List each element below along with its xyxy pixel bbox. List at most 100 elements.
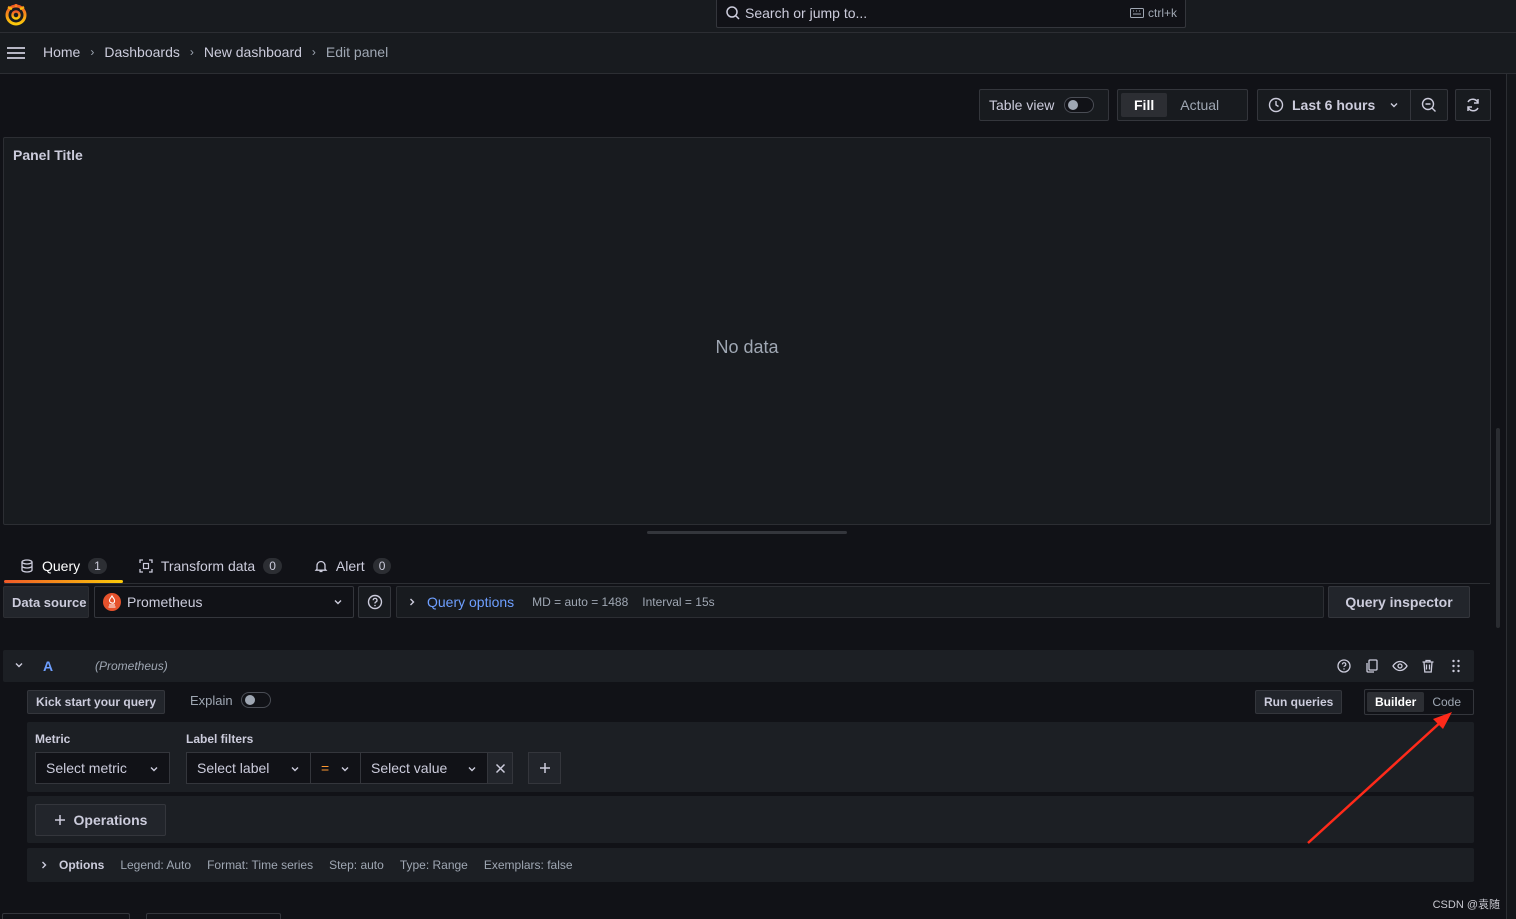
clock-icon [1268, 97, 1284, 113]
query-options-row[interactable]: Options Legend: Auto Format: Time series… [27, 848, 1474, 882]
duplicate-icon[interactable] [1364, 658, 1380, 674]
trash-icon[interactable] [1420, 658, 1436, 674]
breadcrumb-home[interactable]: Home [43, 44, 80, 60]
options-legend: Legend: Auto [120, 858, 192, 872]
refresh-button[interactable] [1455, 89, 1491, 121]
add-expression-button-edge[interactable] [146, 913, 281, 919]
question-circle-icon [367, 594, 382, 610]
operator-select[interactable]: = [310, 752, 361, 784]
chevron-right-icon [42, 861, 47, 869]
data-source-select[interactable]: Prometheus [94, 586, 354, 618]
explain-switch[interactable] [240, 692, 271, 708]
fill-actual-toggle: Fill Actual [1117, 89, 1248, 121]
fill-option[interactable]: Fill [1121, 93, 1168, 117]
panel-title: Panel Title [13, 147, 83, 163]
options-pane-edge [1506, 74, 1516, 919]
chevron-down-icon [150, 767, 158, 772]
explain-label: Explain [190, 692, 233, 708]
add-operation-button[interactable]: Operations [35, 804, 166, 836]
remove-filter-button[interactable] [487, 752, 513, 784]
add-query-button-edge[interactable] [2, 913, 130, 919]
collapse-chevron-icon[interactable] [13, 659, 25, 671]
tab-alert-label: Alert [335, 558, 365, 574]
eye-icon[interactable] [1392, 658, 1408, 674]
table-view-switch[interactable] [1064, 97, 1095, 113]
shortcut-text: ctrl+k [1147, 6, 1177, 20]
refresh-icon [1467, 98, 1479, 112]
zoom-out-button[interactable] [1410, 89, 1448, 121]
label-select[interactable]: Select label [186, 752, 311, 784]
value-select[interactable]: Select value [360, 752, 488, 784]
options-step: Step: auto [329, 858, 384, 872]
search-shortcut: ctrl+k [1129, 6, 1177, 20]
query-datasource-name: (Prometheus) [95, 659, 168, 673]
tab-transform-data[interactable]: Transform data 0 [123, 549, 298, 583]
time-range-picker[interactable]: Last 6 hours [1257, 89, 1411, 121]
annotation-arrow [1307, 712, 1452, 844]
kick-start-query-button[interactable]: Kick start your query [27, 690, 166, 714]
chevron-down-icon [341, 767, 349, 772]
metric-select[interactable]: Select metric [35, 752, 170, 784]
bell-icon [314, 560, 328, 573]
tab-alert[interactable]: Alert 0 [298, 549, 407, 583]
search-bar[interactable]: Search or jump to... ctrl+k [716, 0, 1186, 28]
data-source-help-button[interactable] [358, 586, 391, 618]
breadcrumb-bar: Home › Dashboards › New dashboard › Edit… [0, 33, 1516, 74]
options-exemplars: Exemplars: false [483, 858, 573, 872]
max-data-points: MD = auto = 1488 [532, 595, 629, 609]
tab-transform-count: 0 [263, 558, 282, 574]
options-title: Options [59, 858, 105, 872]
hamburger-menu-icon[interactable] [6, 45, 26, 61]
breadcrumb-new-dashboard[interactable]: New dashboard [204, 44, 302, 60]
metric-label: Metric [35, 732, 71, 746]
grafana-logo-icon[interactable] [4, 2, 28, 26]
actual-option[interactable]: Actual [1167, 93, 1232, 117]
query-inspector-button[interactable]: Query inspector [1328, 586, 1470, 618]
breadcrumb: Home › Dashboards › New dashboard › Edit… [43, 44, 388, 60]
query-builder: Metric Select metric Label filters Selec… [27, 722, 1474, 792]
query-options-bar[interactable]: Query options MD = auto = 1488 Interval … [396, 586, 1324, 618]
operator-value: = [321, 760, 330, 776]
search-placeholder: Search or jump to... [745, 5, 868, 21]
add-filter-button[interactable] [528, 752, 561, 784]
transform-icon [139, 559, 153, 573]
database-icon [21, 559, 33, 573]
label-filters-label: Label filters [186, 732, 254, 746]
close-icon [495, 763, 506, 773]
breadcrumb-dashboards[interactable]: Dashboards [104, 44, 180, 60]
table-view-toggle[interactable]: Table view [979, 89, 1109, 121]
chevron-down-icon [334, 600, 342, 605]
scrollbar[interactable] [1496, 428, 1500, 628]
tab-query-label: Query [42, 558, 81, 574]
help-icon[interactable] [1336, 658, 1352, 674]
chevron-down-icon [1390, 103, 1398, 108]
tab-query[interactable]: Query 1 [4, 549, 123, 583]
breadcrumb-current: Edit panel [325, 44, 389, 60]
options-format: Format: Time series [207, 858, 314, 872]
interval-value: Interval = 15s [642, 595, 715, 609]
query-row-actions [1336, 658, 1464, 674]
prometheus-icon [103, 593, 121, 611]
drag-handle-icon[interactable] [1448, 658, 1464, 674]
chevron-right-icon: › [189, 45, 194, 59]
pane-splitter[interactable] [647, 531, 847, 534]
chevron-right-icon [410, 598, 415, 606]
table-view-label: Table view [989, 97, 1055, 113]
query-row-header: A (Prometheus) [3, 650, 1474, 682]
tab-query-count: 1 [88, 558, 107, 574]
explain-toggle[interactable]: Explain [190, 692, 271, 708]
plus-icon [54, 815, 65, 825]
keyboard-icon [1129, 8, 1144, 18]
chevron-down-icon [291, 767, 299, 772]
tab-alert-count: 0 [372, 558, 392, 574]
tabs-divider [4, 583, 1490, 584]
chevron-down-icon [468, 767, 476, 772]
chevron-right-icon: › [90, 45, 95, 59]
operations-label: Operations [73, 812, 148, 828]
time-range-label: Last 6 hours [1292, 97, 1376, 113]
query-ref-id[interactable]: A [43, 658, 53, 674]
value-placeholder: Select value [371, 760, 448, 776]
query-options-link[interactable]: Query options [427, 594, 514, 610]
no-data-message: No data [715, 337, 779, 357]
options-type: Type: Range [399, 858, 468, 872]
